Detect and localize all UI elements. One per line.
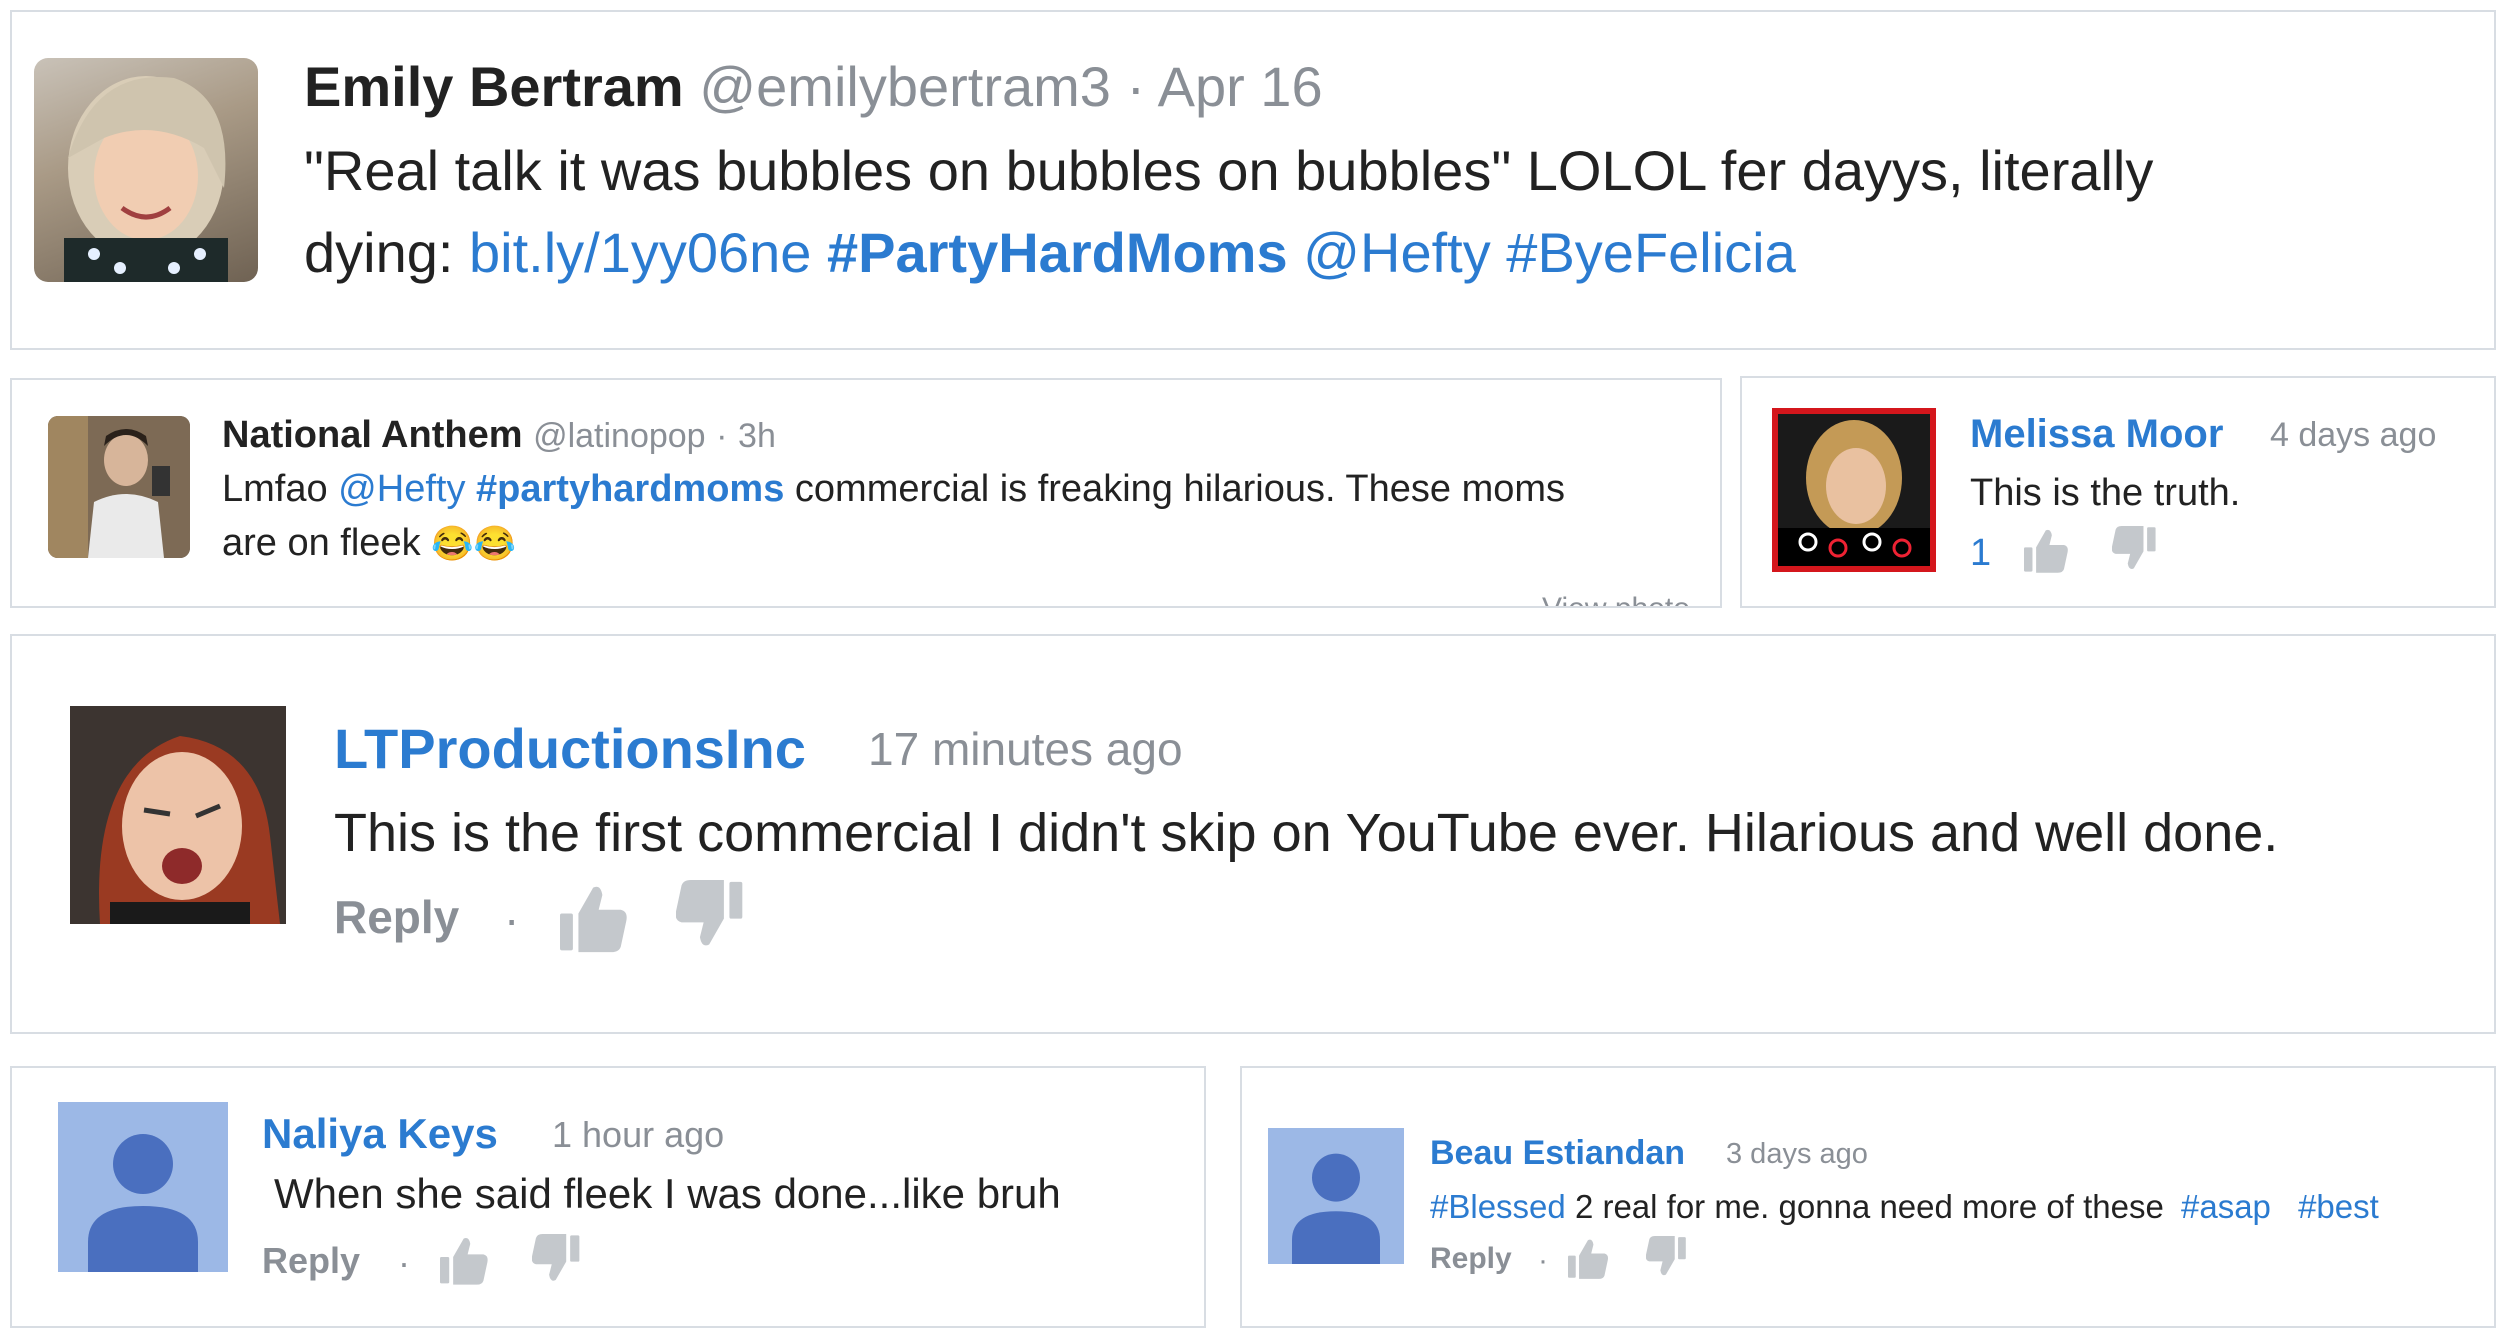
mention-hefty[interactable]: @Hefty [1303, 221, 1491, 284]
separator-dot: · [1538, 1244, 1548, 1277]
laughing-emoji-icon: 😂😂 [431, 525, 516, 563]
separator-dot: · [716, 417, 728, 455]
comment-author-name[interactable]: Melissa Moor [1970, 412, 2223, 457]
hashtag-partyhardmoms[interactable]: #partyhardmoms [476, 468, 784, 510]
comment-text: 2 real for me. gonna need more of these [1574, 1188, 2164, 1225]
avatar-national-anthem-image [48, 416, 190, 558]
comment-text: This is the truth. [1970, 472, 2241, 514]
thumbs-up-icon[interactable] [560, 884, 630, 954]
tweet-card-national-anthem: National Anthem @latinopop · 3h Lmfao @H… [10, 378, 1722, 608]
avatar-melissa-image [1778, 414, 1930, 566]
thumbs-up-icon[interactable] [440, 1236, 490, 1286]
avatar-melissa[interactable] [1772, 408, 1936, 572]
tweet-author-handle[interactable]: @emilybertram3 [699, 55, 1111, 118]
like-count: 1 [1970, 532, 1992, 574]
avatar-ltproductions[interactable] [70, 706, 286, 924]
comment-author-name[interactable]: LTProductionsInc [334, 716, 806, 781]
avatar-placeholder[interactable] [58, 1102, 228, 1272]
tweet-text-line2: are on fleek [222, 522, 421, 564]
hashtag-byefelicia[interactable]: #ByeFelicia [1506, 221, 1795, 284]
view-photo-link[interactable]: View photo [1542, 592, 1690, 606]
tweet-author-name[interactable]: Emily Bertram [304, 55, 684, 118]
avatar-ltproductions-image [70, 706, 286, 924]
tweet-text-prefix: Lmfao [222, 468, 339, 510]
comment-text: This is the first commercial I didn't sk… [334, 803, 2279, 863]
tweet-time[interactable]: 3h [738, 417, 776, 455]
separator-dot: · [1126, 55, 1146, 118]
mention-hefty[interactable]: @Hefty [338, 468, 465, 510]
thumbs-up-icon[interactable] [2024, 528, 2070, 574]
comment-card-melissa: Melissa Moor 4 days ago This is the trut… [1740, 376, 2496, 608]
tweet-text-line1: "Real talk it was bubbles on bubbles on … [304, 139, 2154, 202]
comment-time[interactable]: 17 minutes ago [868, 722, 1183, 776]
comment-time[interactable]: 4 days ago [2270, 416, 2436, 455]
comment-time[interactable]: 1 hour ago [552, 1114, 724, 1156]
avatar-emily[interactable] [34, 58, 258, 282]
hashtag-partyhardmoms[interactable]: #PartyHardMoms [827, 221, 1288, 284]
separator-dot: · [504, 893, 520, 945]
hashtag-asap[interactable]: #asap [2181, 1188, 2271, 1225]
comment-text: When she said fleek I was done...like br… [274, 1170, 1061, 1217]
tweet-text-suffix: commercial is freaking hilarious. These … [784, 468, 1566, 510]
thumbs-down-icon[interactable] [2112, 526, 2158, 572]
comment-card-ltproductions: LTProductionsInc 17 minutes ago This is … [10, 634, 2496, 1034]
thumbs-down-icon[interactable] [1646, 1236, 1688, 1278]
reply-button[interactable]: Reply [262, 1240, 360, 1282]
tweet-link[interactable]: bit.ly/1yy06ne [469, 221, 811, 284]
tweet-date[interactable]: Apr 16 [1158, 55, 1323, 118]
comment-author-name[interactable]: Naliya Keys [262, 1110, 498, 1158]
hashtag-best[interactable]: #best [2298, 1188, 2379, 1225]
thumbs-down-icon[interactable] [532, 1234, 582, 1284]
tweet-card-emily: Emily Bertram @emilybertram3 · Apr 16 "R… [10, 10, 2496, 350]
comment-author-name[interactable]: Beau Estiandan [1430, 1134, 1685, 1173]
reply-button[interactable]: Reply [334, 890, 459, 944]
reply-button[interactable]: Reply [1430, 1242, 1512, 1276]
default-user-icon [1292, 1153, 1380, 1264]
separator-dot: · [398, 1242, 410, 1283]
avatar-national-anthem[interactable] [48, 416, 190, 558]
thumbs-up-icon[interactable] [1568, 1238, 1610, 1280]
tweet-text-line2: dying: [304, 221, 469, 284]
thumbs-down-icon[interactable] [676, 880, 746, 950]
default-user-icon [88, 1134, 198, 1272]
tweet-author-name[interactable]: National Anthem [222, 414, 523, 456]
comment-card-beau: Beau Estiandan 3 days ago #Blessed 2 rea… [1240, 1066, 2496, 1328]
comment-time[interactable]: 3 days ago [1726, 1138, 1868, 1171]
avatar-placeholder[interactable] [1268, 1128, 1404, 1264]
hashtag-blessed[interactable]: #Blessed [1430, 1188, 1566, 1225]
tweet-author-handle[interactable]: @latinopop [533, 417, 706, 455]
avatar-emily-image [64, 76, 228, 282]
comment-card-naliya: Naliya Keys 1 hour ago When she said fle… [10, 1066, 1206, 1328]
